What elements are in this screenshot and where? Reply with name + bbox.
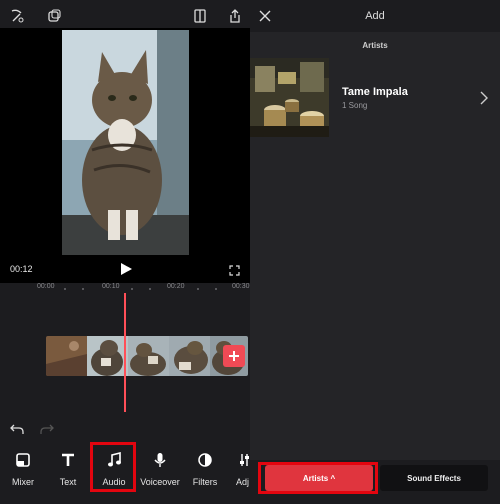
clip-thumbnail [128, 336, 169, 376]
ruler-dot [215, 288, 217, 290]
tool-voiceover[interactable]: Voiceover [137, 450, 183, 494]
add-clip-button[interactable] [223, 345, 245, 367]
duplicate-icon[interactable] [45, 7, 63, 25]
tool-mixer[interactable]: Mixer [0, 450, 46, 494]
mixer-icon [13, 450, 33, 470]
artists-highlight-box [258, 462, 378, 494]
video-editor-panel: 00:12 00:00 00:10 00:20 00:30 Mixer Text… [0, 0, 250, 504]
add-audio-panel: Add Artists Tame Impala 1 Song Artists ^… [250, 0, 500, 504]
album-art [250, 58, 329, 137]
add-panel-header: Add [250, 0, 500, 32]
chevron-right-icon [480, 91, 488, 105]
trim-icon[interactable] [191, 7, 209, 25]
ruler-tick-label: 00:10 [102, 283, 120, 290]
artist-song-count: 1 Song [342, 101, 368, 110]
filters-icon [195, 450, 215, 470]
playhead[interactable] [124, 293, 126, 412]
magic-wand-icon[interactable] [8, 7, 26, 25]
video-frame-cat[interactable] [62, 30, 189, 255]
ruler-dot [82, 288, 84, 290]
current-time-label: 00:12 [10, 264, 33, 274]
undo-icon[interactable] [10, 422, 24, 434]
artist-row-tame-impala[interactable]: Tame Impala 1 Song [250, 58, 500, 140]
adjust-icon [236, 450, 250, 470]
ruler-tick-label: 00:00 [37, 283, 55, 290]
tool-text[interactable]: Text [45, 450, 91, 494]
audio-highlight-box [90, 442, 136, 492]
section-title-artists: Artists [362, 41, 388, 50]
tool-label: Adj [236, 477, 250, 487]
tool-label: Mixer [12, 477, 34, 487]
microphone-icon [150, 450, 170, 470]
tool-adjust[interactable]: Adj [227, 450, 250, 494]
panel-title: Add [365, 10, 385, 22]
tool-filters[interactable]: Filters [182, 450, 228, 494]
artist-name: Tame Impala [342, 86, 408, 98]
text-icon [58, 450, 78, 470]
ruler-dot [149, 288, 151, 290]
video-clip[interactable] [46, 336, 248, 376]
share-icon[interactable] [226, 7, 244, 25]
clip-thumbnail [169, 336, 210, 376]
tab-sound-effects[interactable]: Sound Effects [380, 465, 488, 491]
tool-label: Voiceover [140, 477, 180, 487]
fullscreen-icon[interactable] [229, 263, 240, 276]
play-icon[interactable] [119, 262, 133, 276]
ruler-tick-label: 00:20 [167, 283, 185, 290]
ruler-dot [197, 288, 199, 290]
ruler-tick-label: 00:30 [232, 283, 250, 290]
tool-label: Text [59, 477, 77, 487]
ruler-dot [131, 288, 133, 290]
ruler-dot [64, 288, 66, 290]
clip-thumbnail [46, 336, 87, 376]
clip-thumbnail [87, 336, 128, 376]
plus-icon [229, 351, 239, 361]
tool-label: Filters [192, 477, 218, 487]
redo-icon[interactable] [40, 422, 54, 434]
